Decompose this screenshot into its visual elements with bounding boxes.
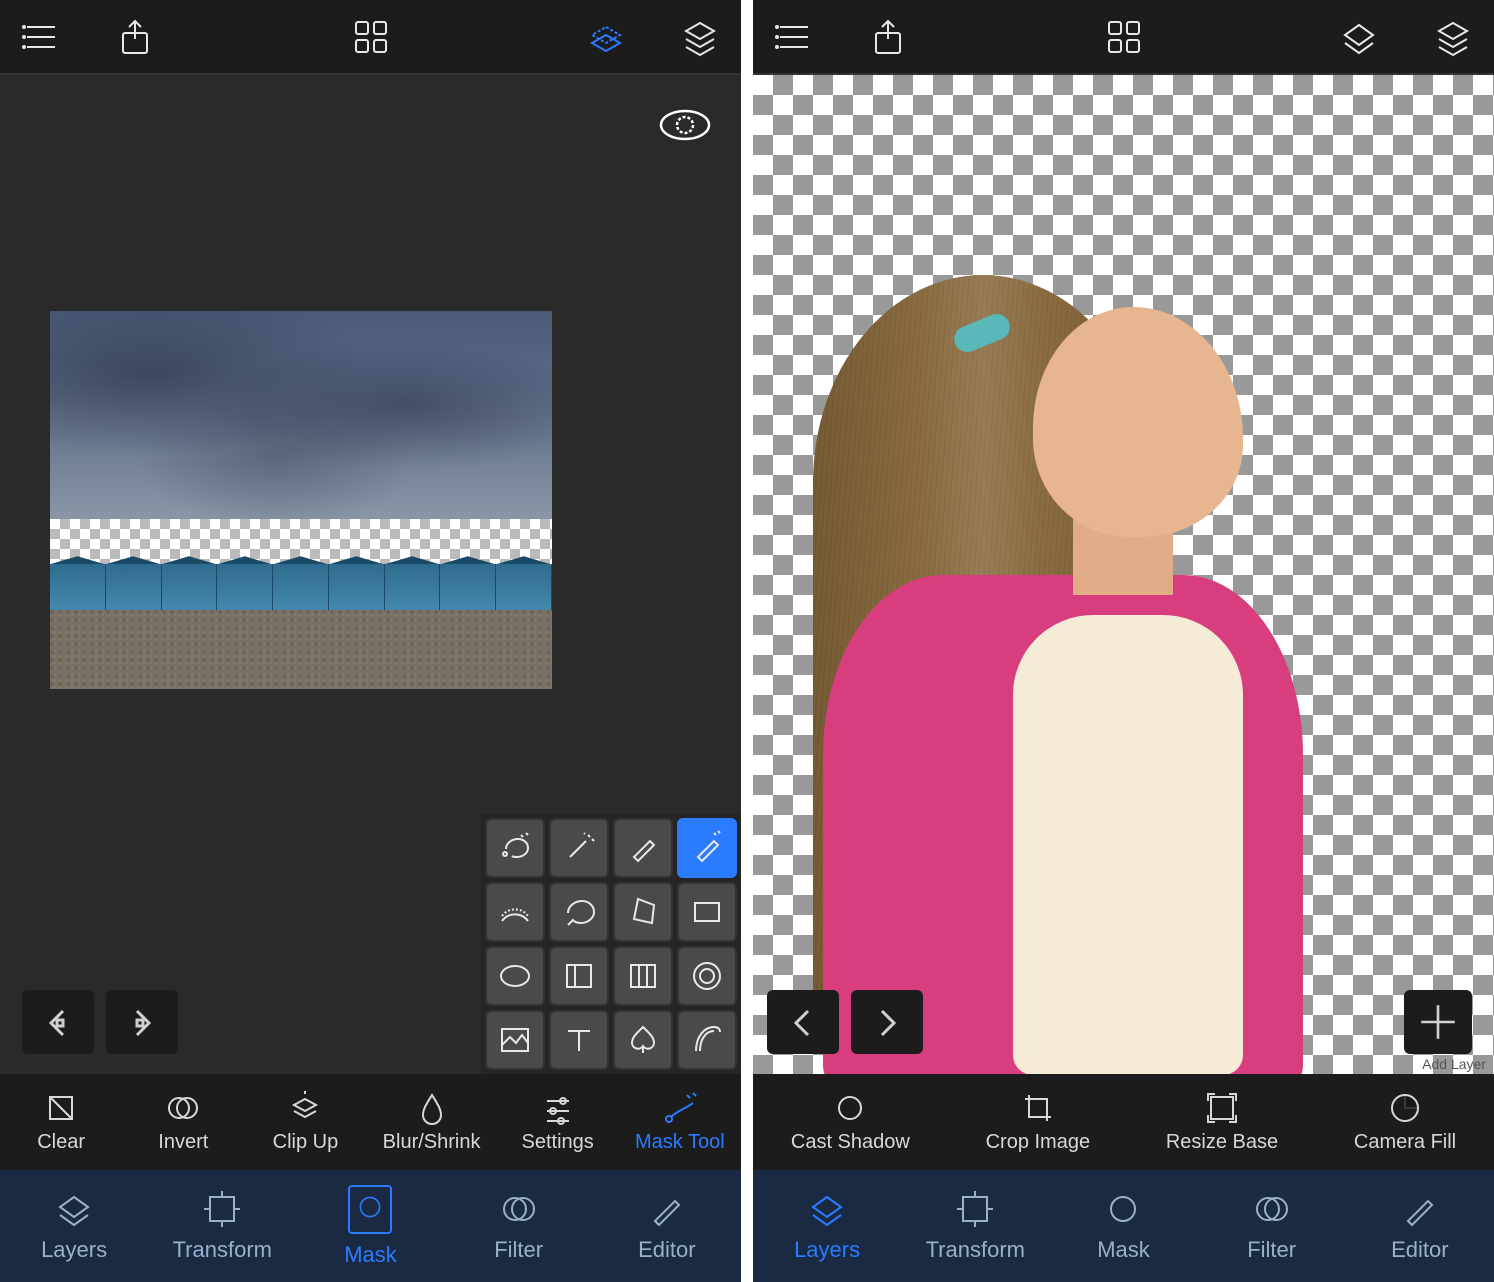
add-layer-label: Add Layer	[1422, 1056, 1486, 1072]
layer-nav-buttons	[767, 990, 923, 1054]
right-screen: Add Layer Cast Shadow Crop Image Resize …	[753, 0, 1494, 1282]
clip-up-button[interactable]: Clip Up	[260, 1091, 350, 1154]
ellipse-icon[interactable]	[485, 946, 545, 1006]
settings-button[interactable]: Settings	[513, 1091, 603, 1154]
layer-nav-buttons	[22, 990, 178, 1054]
cast-shadow-button[interactable]: Cast Shadow	[791, 1091, 910, 1154]
tab-layers[interactable]: Layers	[24, 1189, 124, 1263]
radial-icon[interactable]	[677, 946, 737, 1006]
clear-button[interactable]: Clear	[16, 1091, 106, 1154]
girl-cutout-photo	[753, 215, 1313, 1074]
add-layer-button[interactable]	[1404, 990, 1472, 1054]
hair-icon[interactable]	[677, 1010, 737, 1070]
crop-image-button[interactable]: Crop Image	[986, 1091, 1091, 1154]
next-layer-button[interactable]	[851, 990, 923, 1054]
gradient-linear-icon[interactable]	[549, 946, 609, 1006]
prev-layer-button[interactable]	[767, 990, 839, 1054]
grid-icon[interactable]	[350, 16, 392, 58]
layers-outline-icon[interactable]	[1338, 16, 1380, 58]
top-toolbar-right	[753, 0, 1494, 75]
gradient-mirror-icon[interactable]	[613, 946, 673, 1006]
tab-transform[interactable]: Transform	[925, 1189, 1025, 1263]
resize-base-button[interactable]: Resize Base	[1166, 1091, 1278, 1154]
next-layer-button[interactable]	[106, 990, 178, 1054]
left-screen: Clear Invert Clip Up Blur/Shrink Setting…	[0, 0, 741, 1282]
tab-bar-right: Layers Transform Mask Filter Editor	[753, 1170, 1494, 1282]
tab-editor[interactable]: Editor	[617, 1189, 717, 1263]
canvas-area-left[interactable]	[0, 75, 741, 1074]
action-bar-right: Cast Shadow Crop Image Resize Base Camer…	[753, 1074, 1494, 1170]
visibility-eye-icon[interactable]	[657, 107, 713, 143]
tab-transform[interactable]: Transform	[172, 1189, 272, 1263]
tab-filter[interactable]: Filter	[469, 1189, 569, 1263]
share-icon[interactable]	[114, 16, 156, 58]
action-bar-left: Clear Invert Clip Up Blur/Shrink Setting…	[0, 1074, 741, 1170]
mask-tool-button[interactable]: Mask Tool	[635, 1091, 725, 1154]
beach-photo	[50, 311, 552, 689]
list-icon[interactable]	[773, 16, 815, 58]
layers-stack-icon[interactable]	[679, 16, 721, 58]
magic-wand-icon[interactable]	[549, 818, 609, 878]
tab-editor[interactable]: Editor	[1370, 1189, 1470, 1263]
share-icon[interactable]	[867, 16, 909, 58]
invert-button[interactable]: Invert	[138, 1091, 228, 1154]
landscape-icon[interactable]	[485, 1010, 545, 1070]
tab-mask[interactable]: Mask	[1073, 1189, 1173, 1263]
auto-brush-icon[interactable]	[677, 818, 737, 878]
tab-filter[interactable]: Filter	[1222, 1189, 1322, 1263]
magic-lasso-icon[interactable]	[485, 818, 545, 878]
polygon-icon[interactable]	[613, 882, 673, 942]
text-mask-icon[interactable]	[549, 1010, 609, 1070]
top-toolbar-left	[0, 0, 741, 75]
prev-layer-button[interactable]	[22, 990, 94, 1054]
lasso-icon[interactable]	[549, 882, 609, 942]
brush-icon[interactable]	[613, 818, 673, 878]
tab-mask[interactable]: Mask	[320, 1185, 420, 1268]
layers-stack-icon[interactable]	[1432, 16, 1474, 58]
selected-layer-icon[interactable]	[585, 16, 627, 58]
mask-tool-palette	[481, 814, 741, 1074]
arc-icon[interactable]	[485, 882, 545, 942]
list-icon[interactable]	[20, 16, 62, 58]
tab-layers[interactable]: Layers	[777, 1189, 877, 1263]
grid-icon[interactable]	[1103, 16, 1145, 58]
spade-icon[interactable]	[613, 1010, 673, 1070]
tab-bar-left: Layers Transform Mask Filter Editor	[0, 1170, 741, 1282]
rectangle-icon[interactable]	[677, 882, 737, 942]
canvas-area-right[interactable]: Add Layer	[753, 75, 1494, 1074]
camera-fill-button[interactable]: Camera Fill	[1354, 1091, 1456, 1154]
blur-shrink-button[interactable]: Blur/Shrink	[383, 1091, 481, 1154]
